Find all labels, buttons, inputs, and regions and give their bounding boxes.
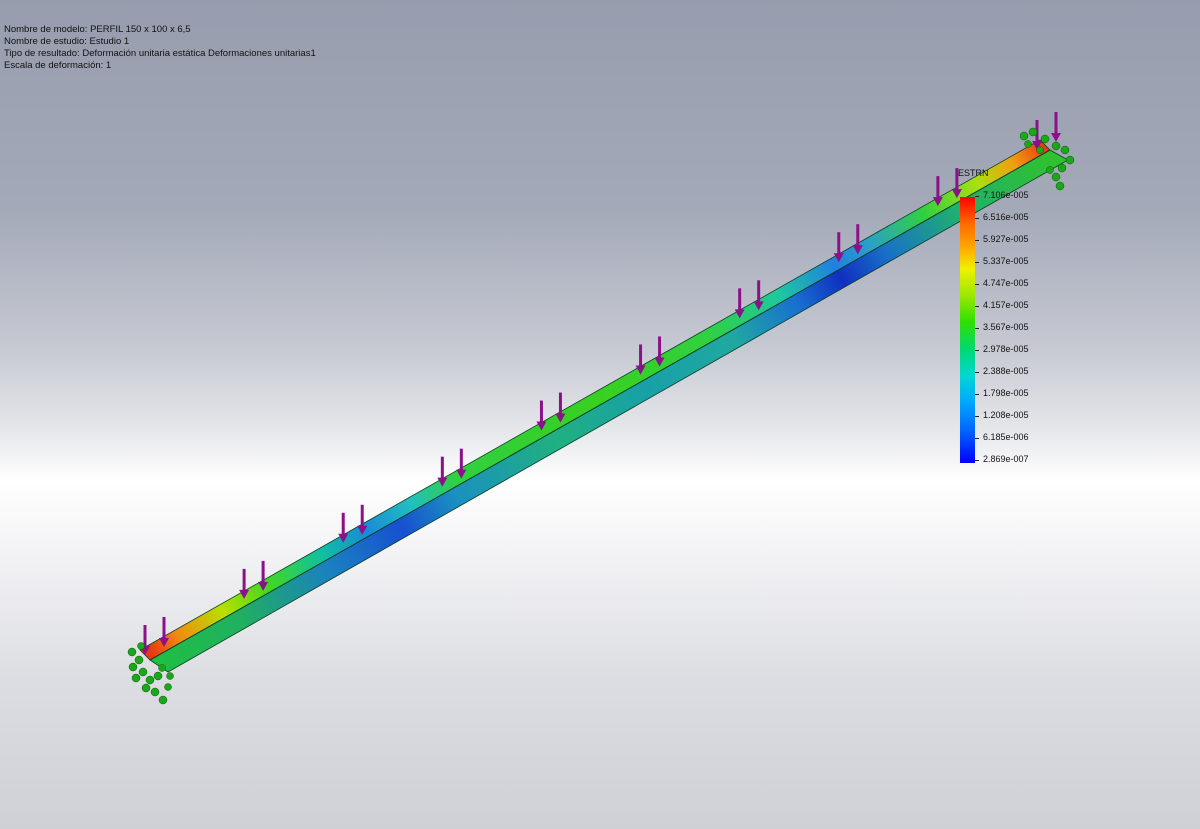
beam-top-face: [139, 139, 1051, 661]
model-viewport[interactable]: [0, 0, 1200, 829]
beam-side-face: [149, 149, 1069, 673]
beam-profile[interactable]: [139, 139, 1069, 673]
load-arrow-head: [1051, 133, 1061, 142]
